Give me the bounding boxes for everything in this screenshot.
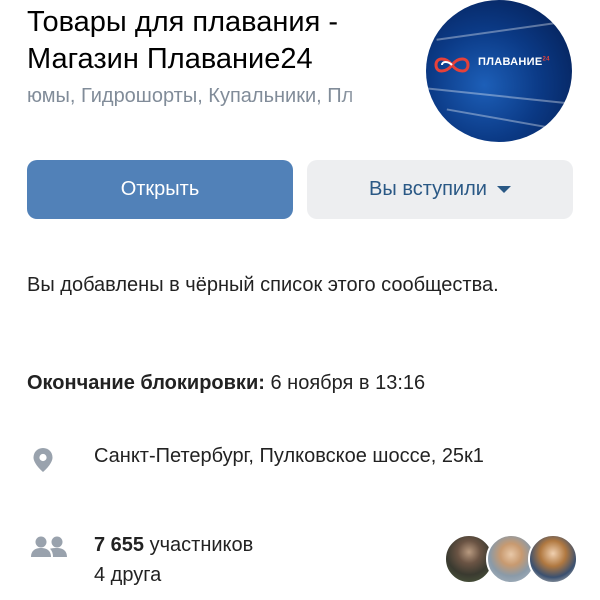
group-page: Товары для плавания - Магазин Плавание24… bbox=[0, 0, 600, 600]
avatar-lane-line bbox=[426, 87, 572, 105]
open-button[interactable]: Открыть bbox=[27, 160, 293, 219]
friends-avatars[interactable] bbox=[444, 534, 578, 584]
members-count-line: 7 655 участников bbox=[94, 530, 253, 560]
members-info[interactable]: 7 655 участников 4 друга bbox=[94, 530, 253, 590]
location-pin-icon bbox=[33, 448, 53, 472]
avatar-logo-word: ПЛАВАНИЕ bbox=[478, 56, 543, 68]
joined-button-label: Вы вступили bbox=[369, 178, 487, 200]
members-label: участников bbox=[149, 534, 254, 556]
avatar-logo: ПЛАВАНИЕ24 bbox=[426, 52, 572, 78]
open-button-label: Открыть bbox=[120, 178, 200, 200]
chevron-down-icon bbox=[496, 186, 511, 193]
avatar-lane-line bbox=[446, 108, 556, 130]
avatar-logo-number: 24 bbox=[542, 56, 550, 63]
friend-avatar bbox=[528, 534, 578, 584]
group-status-text: юмы, Гидрошорты, Купальники, Пл bbox=[27, 85, 354, 107]
group-status: юмы, Гидрошорты, Купальники, Пл bbox=[27, 82, 397, 110]
infinity-logo-icon bbox=[434, 57, 470, 73]
block-end-info: Окончание блокировки: 6 ноября в 13:16 bbox=[27, 366, 425, 400]
friends-count: 4 друга bbox=[94, 564, 162, 586]
blacklist-notice: Вы добавлены в чёрный список этого сообщ… bbox=[27, 274, 499, 296]
group-avatar[interactable]: ПЛАВАНИЕ24 bbox=[426, 0, 572, 142]
avatar-logo-text: ПЛАВАНИЕ24 bbox=[478, 56, 550, 68]
block-end-value: 6 ноября в 13:16 bbox=[270, 372, 426, 394]
joined-dropdown-button[interactable]: Вы вступили bbox=[307, 160, 573, 219]
members-count: 7 655 bbox=[94, 534, 145, 556]
users-icon bbox=[31, 536, 67, 557]
block-end-label: Окончание блокировки: bbox=[27, 372, 265, 394]
group-title: Товары для плавания - Магазин Плавание24 bbox=[27, 6, 339, 75]
avatar-lane-line bbox=[436, 21, 562, 41]
group-address[interactable]: Санкт-Петербург, Пулковское шоссе, 25к1 bbox=[94, 440, 534, 472]
